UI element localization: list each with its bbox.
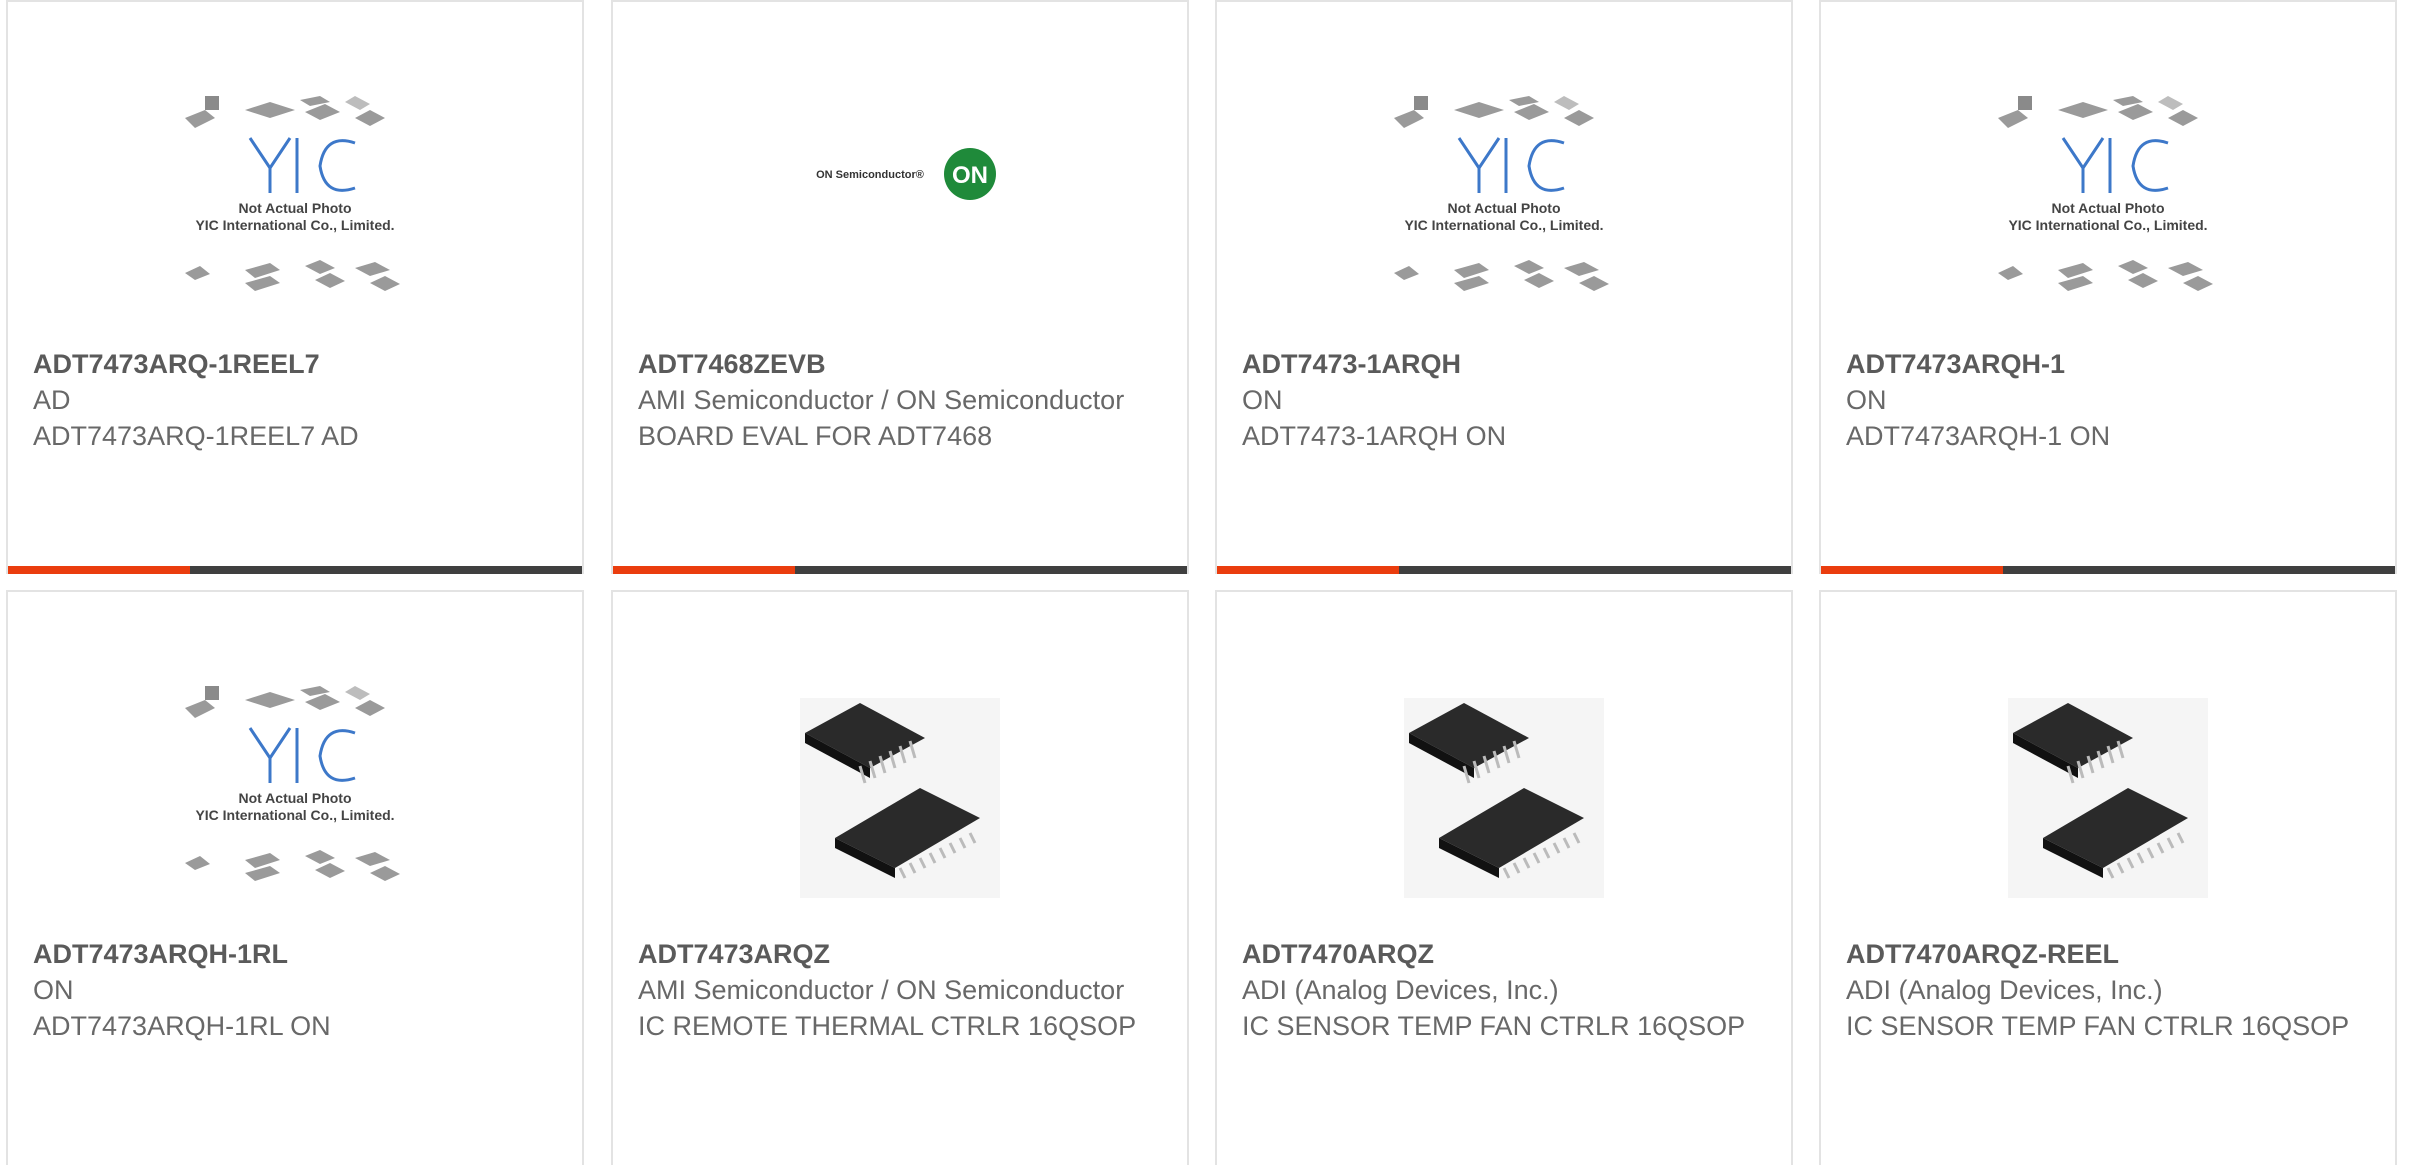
manufacturer: AMI Semiconductor / ON Semiconductor [638,385,1125,415]
card-bottom-bar [1821,566,2395,574]
photo-caption-2: YIC International Co., Limited. [195,807,394,823]
description: ADT7473ARQH-1RL ON [33,1011,331,1041]
product-info: ADT7473ARQH-1 ON ADT7473ARQH-1 ON [1846,346,2375,454]
description: IC SENSOR TEMP FAN CTRLR 16QSOP [1846,1011,2350,1041]
product-info: ADT7468ZEVB AMI Semiconductor / ON Semic… [638,346,1167,454]
qsop-chip-image[interactable] [1384,678,1624,924]
photo-caption-2: YIC International Co., Limited. [2008,217,2207,233]
part-number[interactable]: ADT7470ARQZ-REEL [1846,936,2375,972]
manufacturer: ON [33,975,74,1005]
card-bottom-bar [613,566,1187,574]
on-semiconductor-logo-image[interactable]: ON Semiconductor® ON [780,88,1020,334]
product-card[interactable]: Not Actual Photo YIC International Co., … [1819,0,2397,574]
qsop-chip-image[interactable] [1988,678,2228,924]
part-number[interactable]: ADT7473ARQ-1REEL7 [33,346,562,382]
not-actual-photo-image[interactable]: Not Actual Photo YIC International Co., … [1988,88,2228,334]
photo-caption-1: Not Actual Photo [1447,200,1560,216]
photo-caption-1: Not Actual Photo [238,790,351,806]
photo-caption-1: Not Actual Photo [2051,200,2164,216]
logo-badge: ON [952,162,988,189]
part-number[interactable]: ADT7473ARQH-1RL [33,936,562,972]
product-card[interactable]: Not Actual Photo YIC International Co., … [1215,0,1793,574]
product-info: ADT7473ARQH-1RL ON ADT7473ARQH-1RL ON [33,936,562,1044]
not-actual-photo-image[interactable]: Not Actual Photo YIC International Co., … [175,678,415,924]
product-info: ADT7473ARQZ AMI Semiconductor / ON Semic… [638,936,1167,1044]
photo-caption-2: YIC International Co., Limited. [1404,217,1603,233]
card-bottom-bar [8,566,582,574]
description: BOARD EVAL FOR ADT7468 [638,421,993,451]
product-card[interactable]: ADT7470ARQZ ADI (Analog Devices, Inc.) I… [1215,590,1793,1165]
not-actual-photo-image[interactable]: Not Actual Photo YIC International Co., … [175,88,415,334]
product-card[interactable]: ADT7473ARQZ AMI Semiconductor / ON Semic… [611,590,1189,1165]
card-bottom-bar [1217,566,1791,574]
not-actual-photo-image[interactable]: Not Actual Photo YIC International Co., … [1384,88,1624,334]
product-card[interactable]: Not Actual Photo YIC International Co., … [6,590,584,1165]
product-card[interactable]: Not Actual Photo YIC International Co., … [6,0,584,574]
manufacturer: ADI (Analog Devices, Inc.) [1242,975,1559,1005]
description: ADT7473-1ARQH ON [1242,421,1507,451]
part-number[interactable]: ADT7473ARQH-1 [1846,346,2375,382]
manufacturer: AD [33,385,71,415]
description: IC SENSOR TEMP FAN CTRLR 16QSOP [1242,1011,1746,1041]
part-number[interactable]: ADT7473-1ARQH [1242,346,1771,382]
manufacturer: AMI Semiconductor / ON Semiconductor [638,975,1125,1005]
product-info: ADT7473ARQ-1REEL7 AD ADT7473ARQ-1REEL7 A… [33,346,562,454]
product-card[interactable]: ON Semiconductor® ON ADT7468ZEVB AMI Sem… [611,0,1189,574]
product-info: ADT7473-1ARQH ON ADT7473-1ARQH ON [1242,346,1771,454]
part-number[interactable]: ADT7473ARQZ [638,936,1167,972]
description: ADT7473ARQH-1 ON [1846,421,2111,451]
description: IC REMOTE THERMAL CTRLR 16QSOP [638,1011,1137,1041]
logo-text: ON Semiconductor® [816,169,924,181]
product-info: ADT7470ARQZ-REEL ADI (Analog Devices, In… [1846,936,2375,1044]
part-number[interactable]: ADT7468ZEVB [638,346,1167,382]
manufacturer: ON [1846,385,1887,415]
part-number[interactable]: ADT7470ARQZ [1242,936,1771,972]
photo-caption-1: Not Actual Photo [238,200,351,216]
manufacturer: ADI (Analog Devices, Inc.) [1846,975,2163,1005]
photo-caption-2: YIC International Co., Limited. [195,217,394,233]
product-card[interactable]: ADT7470ARQZ-REEL ADI (Analog Devices, In… [1819,590,2397,1165]
manufacturer: ON [1242,385,1283,415]
qsop-chip-image[interactable] [780,678,1020,924]
description: ADT7473ARQ-1REEL7 AD [33,421,359,451]
product-info: ADT7470ARQZ ADI (Analog Devices, Inc.) I… [1242,936,1771,1044]
